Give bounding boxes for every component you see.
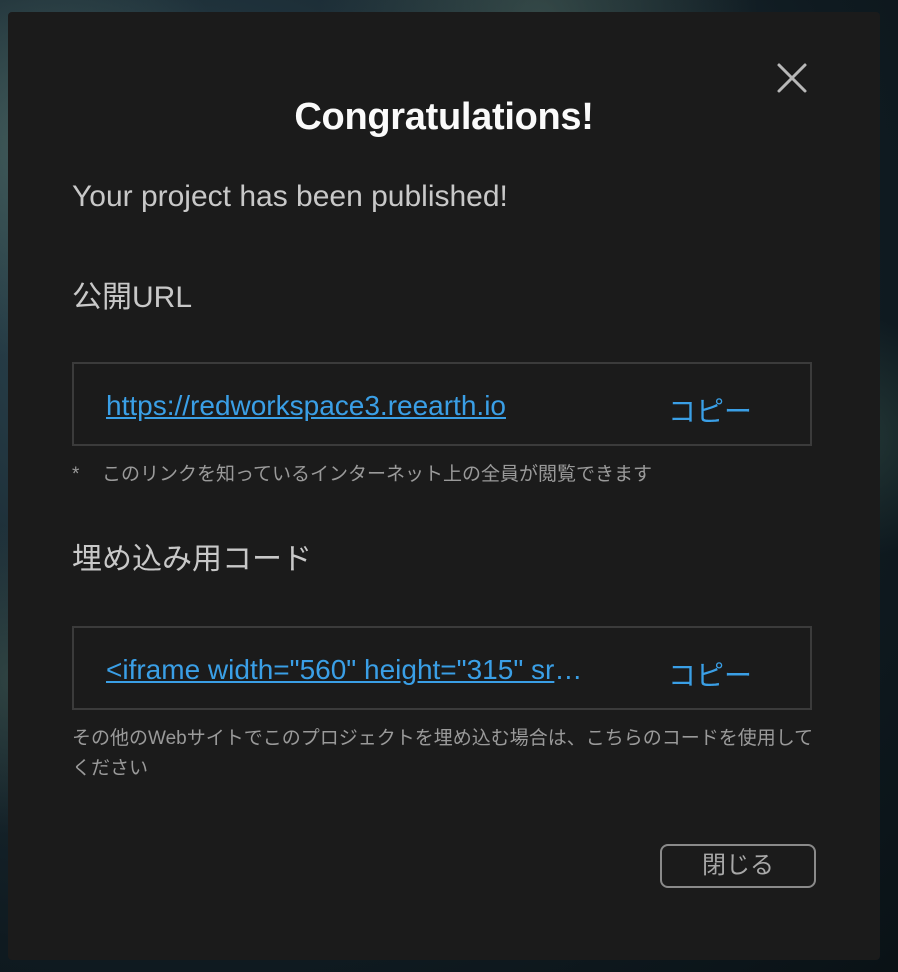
public-url-link[interactable]: https://redworkspace3.reearth.io — [106, 390, 586, 422]
public-url-label: 公開URL — [72, 281, 193, 314]
public-url-note-text: このリンクを知っているインターネット上の全員が閲覧できます — [102, 464, 653, 485]
embed-code-box: <iframe width="560" height="315" src="ht… — [72, 626, 812, 710]
public-url-note: * このリンクを知っているインターネット上の全員が閲覧できます — [72, 460, 652, 490]
close-icon — [777, 63, 807, 93]
publish-success-dialog: Congratulations! Your project has been p… — [8, 12, 880, 960]
copy-url-button[interactable]: コピー — [668, 390, 752, 430]
dialog-title: Congratulations! — [294, 96, 594, 138]
dialog-close-button[interactable] — [776, 62, 808, 94]
publish-message: Your project has been published! — [72, 180, 508, 213]
embed-code-label: 埋め込み用コード — [72, 543, 312, 576]
embed-code-note: その他のWebサイトでこのプロジェクトを埋め込む場合は、こちらのコードを使用して… — [72, 728, 814, 779]
embed-code-text[interactable]: <iframe width="560" height="315" src="ht… — [106, 654, 586, 686]
close-button[interactable]: 閉じる — [660, 844, 816, 888]
public-url-box: https://redworkspace3.reearth.io コピー — [72, 362, 812, 446]
note-asterisk: * — [72, 464, 80, 485]
copy-embed-button[interactable]: コピー — [668, 654, 752, 694]
